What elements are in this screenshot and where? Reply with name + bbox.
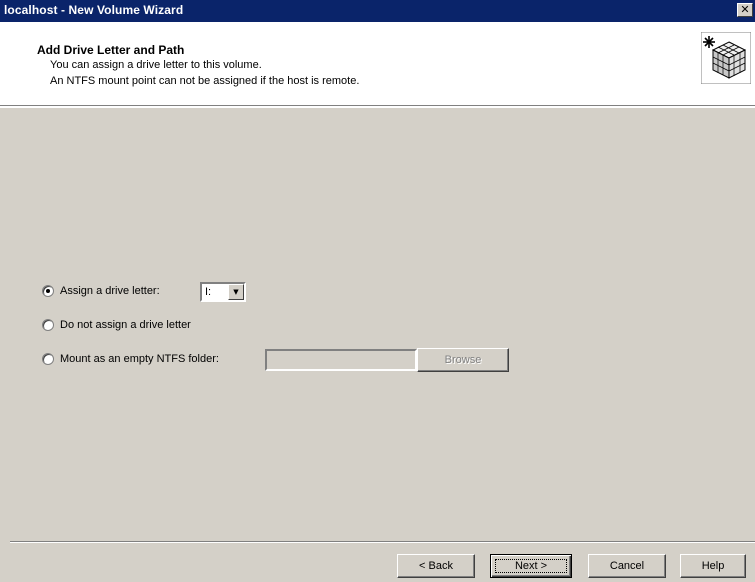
mount-folder-label: Mount as an empty NTFS folder: (60, 353, 219, 365)
no-letter-option[interactable]: Do not assign a drive letter (42, 317, 191, 333)
footer-divider-highlight (10, 542, 755, 543)
window-title: localhost - New Volume Wizard (4, 3, 184, 17)
no-letter-label: Do not assign a drive letter (60, 319, 191, 331)
help-button[interactable]: Help (680, 554, 746, 578)
chevron-down-icon[interactable]: ▼ (228, 284, 244, 300)
focus-rect (495, 559, 567, 573)
wizard-header: Add Drive Letter and Path You can assign… (0, 22, 755, 106)
assign-letter-label: Assign a drive letter: (60, 285, 160, 297)
drive-letter-value: I: (205, 286, 212, 298)
cancel-button[interactable]: Cancel (588, 554, 666, 578)
next-button[interactable]: Next > (490, 554, 572, 578)
assign-letter-radio[interactable] (42, 285, 54, 297)
page-title: Add Drive Letter and Path (37, 43, 185, 57)
header-description-line-1: You can assign a drive letter to this vo… (50, 59, 262, 71)
no-letter-radio[interactable] (42, 319, 54, 331)
browse-button[interactable]: Browse (417, 348, 509, 372)
mount-path-field[interactable] (265, 349, 417, 371)
wizard-body: Assign a drive letter: I: ▼ Do not assig… (0, 108, 755, 582)
assign-letter-option[interactable]: Assign a drive letter: (42, 283, 160, 299)
title-bar: localhost - New Volume Wizard ✕ (0, 0, 755, 22)
close-icon: ✕ (740, 3, 750, 16)
close-button[interactable]: ✕ (737, 3, 753, 17)
drive-letter-dropdown[interactable]: I: ▼ (200, 282, 246, 302)
mount-folder-option[interactable]: Mount as an empty NTFS folder: (42, 351, 219, 367)
volume-wizard-cube-icon (701, 32, 751, 84)
header-description-line-2: An NTFS mount point can not be assigned … (50, 75, 360, 87)
mount-folder-radio[interactable] (42, 353, 54, 365)
back-button[interactable]: < Back (397, 554, 475, 578)
